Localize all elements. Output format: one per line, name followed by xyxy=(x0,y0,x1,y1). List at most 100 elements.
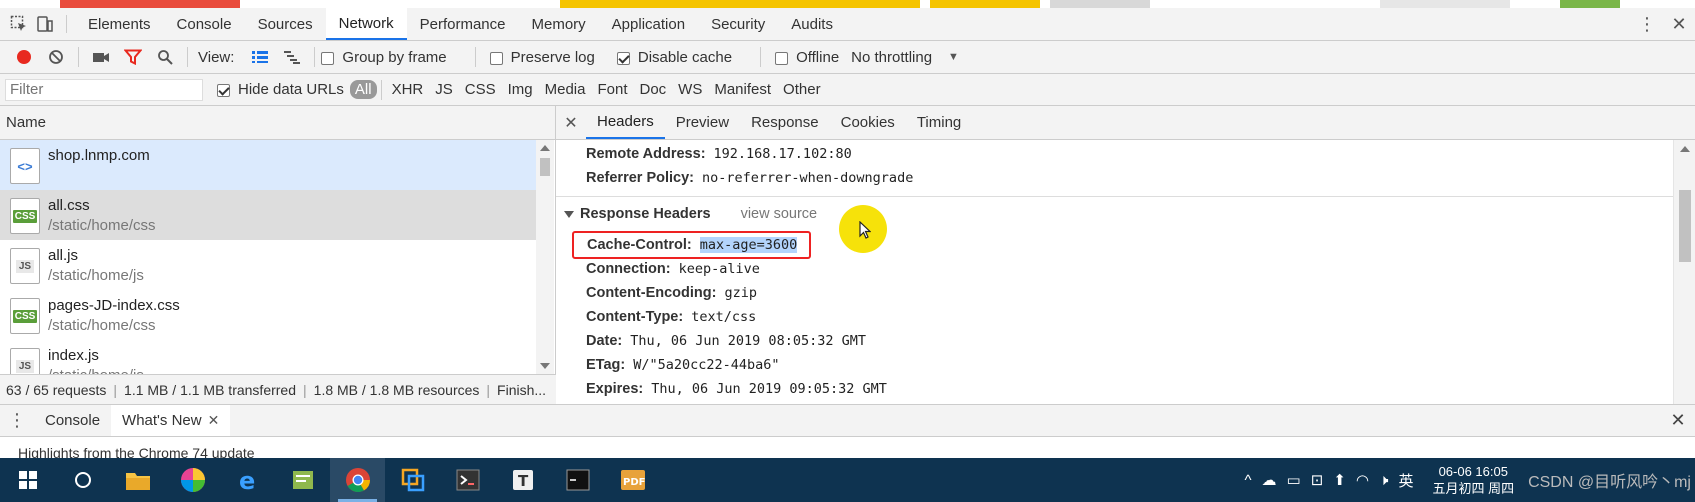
filter-type-img[interactable]: Img xyxy=(502,81,539,98)
checkbox-box[interactable] xyxy=(489,51,503,65)
throttling-select[interactable]: No throttling ▼ xyxy=(851,49,959,66)
request-row[interactable]: CSS all.css /static/home/css xyxy=(0,190,536,240)
hide-data-urls-checkbox[interactable]: Hide data URLs xyxy=(217,81,344,98)
filter-type-font[interactable]: Font xyxy=(591,81,633,98)
request-row[interactable]: JS index.js /static/home/js xyxy=(0,340,536,374)
file-explorer-icon[interactable] xyxy=(110,458,165,502)
tab-divider xyxy=(66,15,67,33)
filter-type-ws[interactable]: WS xyxy=(672,81,708,98)
headers-scrollbar[interactable] xyxy=(1673,140,1695,404)
tab-cookies[interactable]: Cookies xyxy=(830,106,906,139)
checkbox-checked[interactable] xyxy=(217,84,230,97)
filter-type-all[interactable]: All xyxy=(349,80,377,99)
filter-type-css[interactable]: CSS xyxy=(459,81,502,98)
tab-memory[interactable]: Memory xyxy=(519,8,599,40)
input-method-indicator[interactable]: 英 xyxy=(1398,470,1413,491)
wifi-icon[interactable]: ◠ xyxy=(1356,471,1369,489)
notepad-plus-icon[interactable] xyxy=(275,458,330,502)
color-picker-app-icon[interactable] xyxy=(165,458,220,502)
device-toolbar-icon[interactable] xyxy=(32,8,58,40)
tab-console[interactable]: Console xyxy=(164,8,245,40)
name-column-header[interactable]: Name xyxy=(0,106,555,140)
terminal-app-icon[interactable] xyxy=(440,458,495,502)
request-count: 63 / 65 requests xyxy=(6,381,107,398)
edge-browser-icon[interactable]: e xyxy=(220,458,275,502)
search-circle-icon[interactable] xyxy=(55,458,110,502)
filter-type-doc[interactable]: Doc xyxy=(633,81,672,98)
preserve-log-checkbox[interactable]: Preserve log xyxy=(489,49,595,66)
view-label: View: xyxy=(198,48,235,66)
close-tab-icon[interactable]: ✕ xyxy=(208,412,220,429)
checkbox-box[interactable] xyxy=(775,51,789,65)
scroll-up-arrow-icon[interactable] xyxy=(1680,146,1690,152)
vm-app-icon[interactable] xyxy=(385,458,440,502)
request-details-pane: ✕ Headers Preview Response Cookies Timin… xyxy=(556,106,1695,404)
start-windows-icon[interactable] xyxy=(0,458,55,502)
collapse-triangle-icon[interactable] xyxy=(564,210,574,218)
tab-timing[interactable]: Timing xyxy=(906,106,972,139)
scroll-up-arrow-icon[interactable] xyxy=(540,145,550,151)
network-icon[interactable]: ⊡ xyxy=(1311,471,1324,489)
offline-checkbox[interactable]: Offline xyxy=(775,49,839,66)
tab-security[interactable]: Security xyxy=(698,8,778,40)
tab-application[interactable]: Application xyxy=(599,8,698,40)
tab-preview[interactable]: Preview xyxy=(665,106,740,139)
upload-arrow-icon[interactable]: ⬆ xyxy=(1333,471,1346,489)
filter-type-xhr[interactable]: XHR xyxy=(386,81,430,98)
close-devtools-icon[interactable]: ✕ xyxy=(1663,14,1695,35)
resources-size: 1.8 MB / 1.8 MB resources xyxy=(313,381,480,398)
command-prompt-icon[interactable] xyxy=(550,458,605,502)
group-by-frame-checkbox[interactable]: Group by frame xyxy=(321,49,447,66)
volume-muted-icon[interactable]: 🕨 xyxy=(1379,472,1388,489)
request-row[interactable]: CSS pages-JD-index.css /static/home/css xyxy=(0,290,536,340)
header-value-selected[interactable]: max-age=3600 xyxy=(699,237,798,253)
tab-headers[interactable]: Headers xyxy=(586,106,665,139)
system-clock[interactable]: 06-06 16:05 五月初四 周四 xyxy=(1432,463,1514,497)
drawer-menu-icon[interactable]: ⋮ xyxy=(0,405,34,436)
pdf-app-icon[interactable]: PDF xyxy=(605,458,660,502)
request-list-scrollbar[interactable] xyxy=(536,140,554,374)
waterfall-overview-icon[interactable] xyxy=(276,44,308,70)
drawer-tab-whats-new[interactable]: What's New ✕ xyxy=(111,405,231,436)
response-headers-section-header[interactable]: Response Headers view source xyxy=(564,197,1673,231)
checkbox-box[interactable] xyxy=(321,51,335,65)
filter-input[interactable] xyxy=(5,78,203,101)
disable-cache-checkbox[interactable]: Disable cache xyxy=(616,49,732,66)
chat-bubble-icon[interactable]: ▭ xyxy=(1287,471,1301,489)
tab-response[interactable]: Response xyxy=(740,106,830,139)
filter-type-manifest[interactable]: Manifest xyxy=(708,81,777,98)
typora-app-icon[interactable]: T xyxy=(495,458,550,502)
request-row[interactable]: <> shop.lnmp.com xyxy=(0,140,536,190)
scrollbar-thumb[interactable] xyxy=(1679,190,1691,262)
tab-performance[interactable]: Performance xyxy=(407,8,519,40)
request-name: all.css xyxy=(48,197,90,214)
view-source-link[interactable]: view source xyxy=(741,206,818,222)
search-icon[interactable] xyxy=(149,44,181,70)
request-row[interactable]: JS all.js /static/home/js xyxy=(0,240,536,290)
chrome-browser-icon[interactable] xyxy=(330,458,385,502)
screenshot-camera-icon[interactable] xyxy=(85,44,117,70)
record-icon[interactable] xyxy=(8,44,40,70)
hide-data-urls-label: Hide data URLs xyxy=(238,81,344,98)
tab-sources[interactable]: Sources xyxy=(245,8,326,40)
clear-icon[interactable] xyxy=(40,44,72,70)
close-details-icon[interactable]: ✕ xyxy=(556,106,586,139)
scrollbar-thumb[interactable] xyxy=(540,158,550,176)
filter-type-js[interactable]: JS xyxy=(429,81,459,98)
tab-audits[interactable]: Audits xyxy=(778,8,846,40)
filter-funnel-icon[interactable] xyxy=(117,44,149,70)
drawer-tab-console[interactable]: Console xyxy=(34,405,111,436)
inspect-element-icon[interactable] xyxy=(6,8,32,40)
show-hidden-icons-chevron-icon[interactable]: ^ xyxy=(1245,472,1252,489)
filter-type-other[interactable]: Other xyxy=(777,81,827,98)
more-options-icon[interactable]: ⋮ xyxy=(1631,14,1663,35)
tab-network[interactable]: Network xyxy=(325,8,407,40)
filter-type-media[interactable]: Media xyxy=(539,81,592,98)
svg-text:e: e xyxy=(239,468,255,492)
checkbox-checked[interactable] xyxy=(616,51,630,65)
weather-cloud-icon[interactable]: ☁ xyxy=(1262,471,1277,489)
large-rows-icon[interactable] xyxy=(244,44,276,70)
scroll-down-arrow-icon[interactable] xyxy=(540,363,550,369)
tab-elements[interactable]: Elements xyxy=(75,8,164,40)
close-drawer-icon[interactable]: ✕ xyxy=(1661,405,1695,436)
